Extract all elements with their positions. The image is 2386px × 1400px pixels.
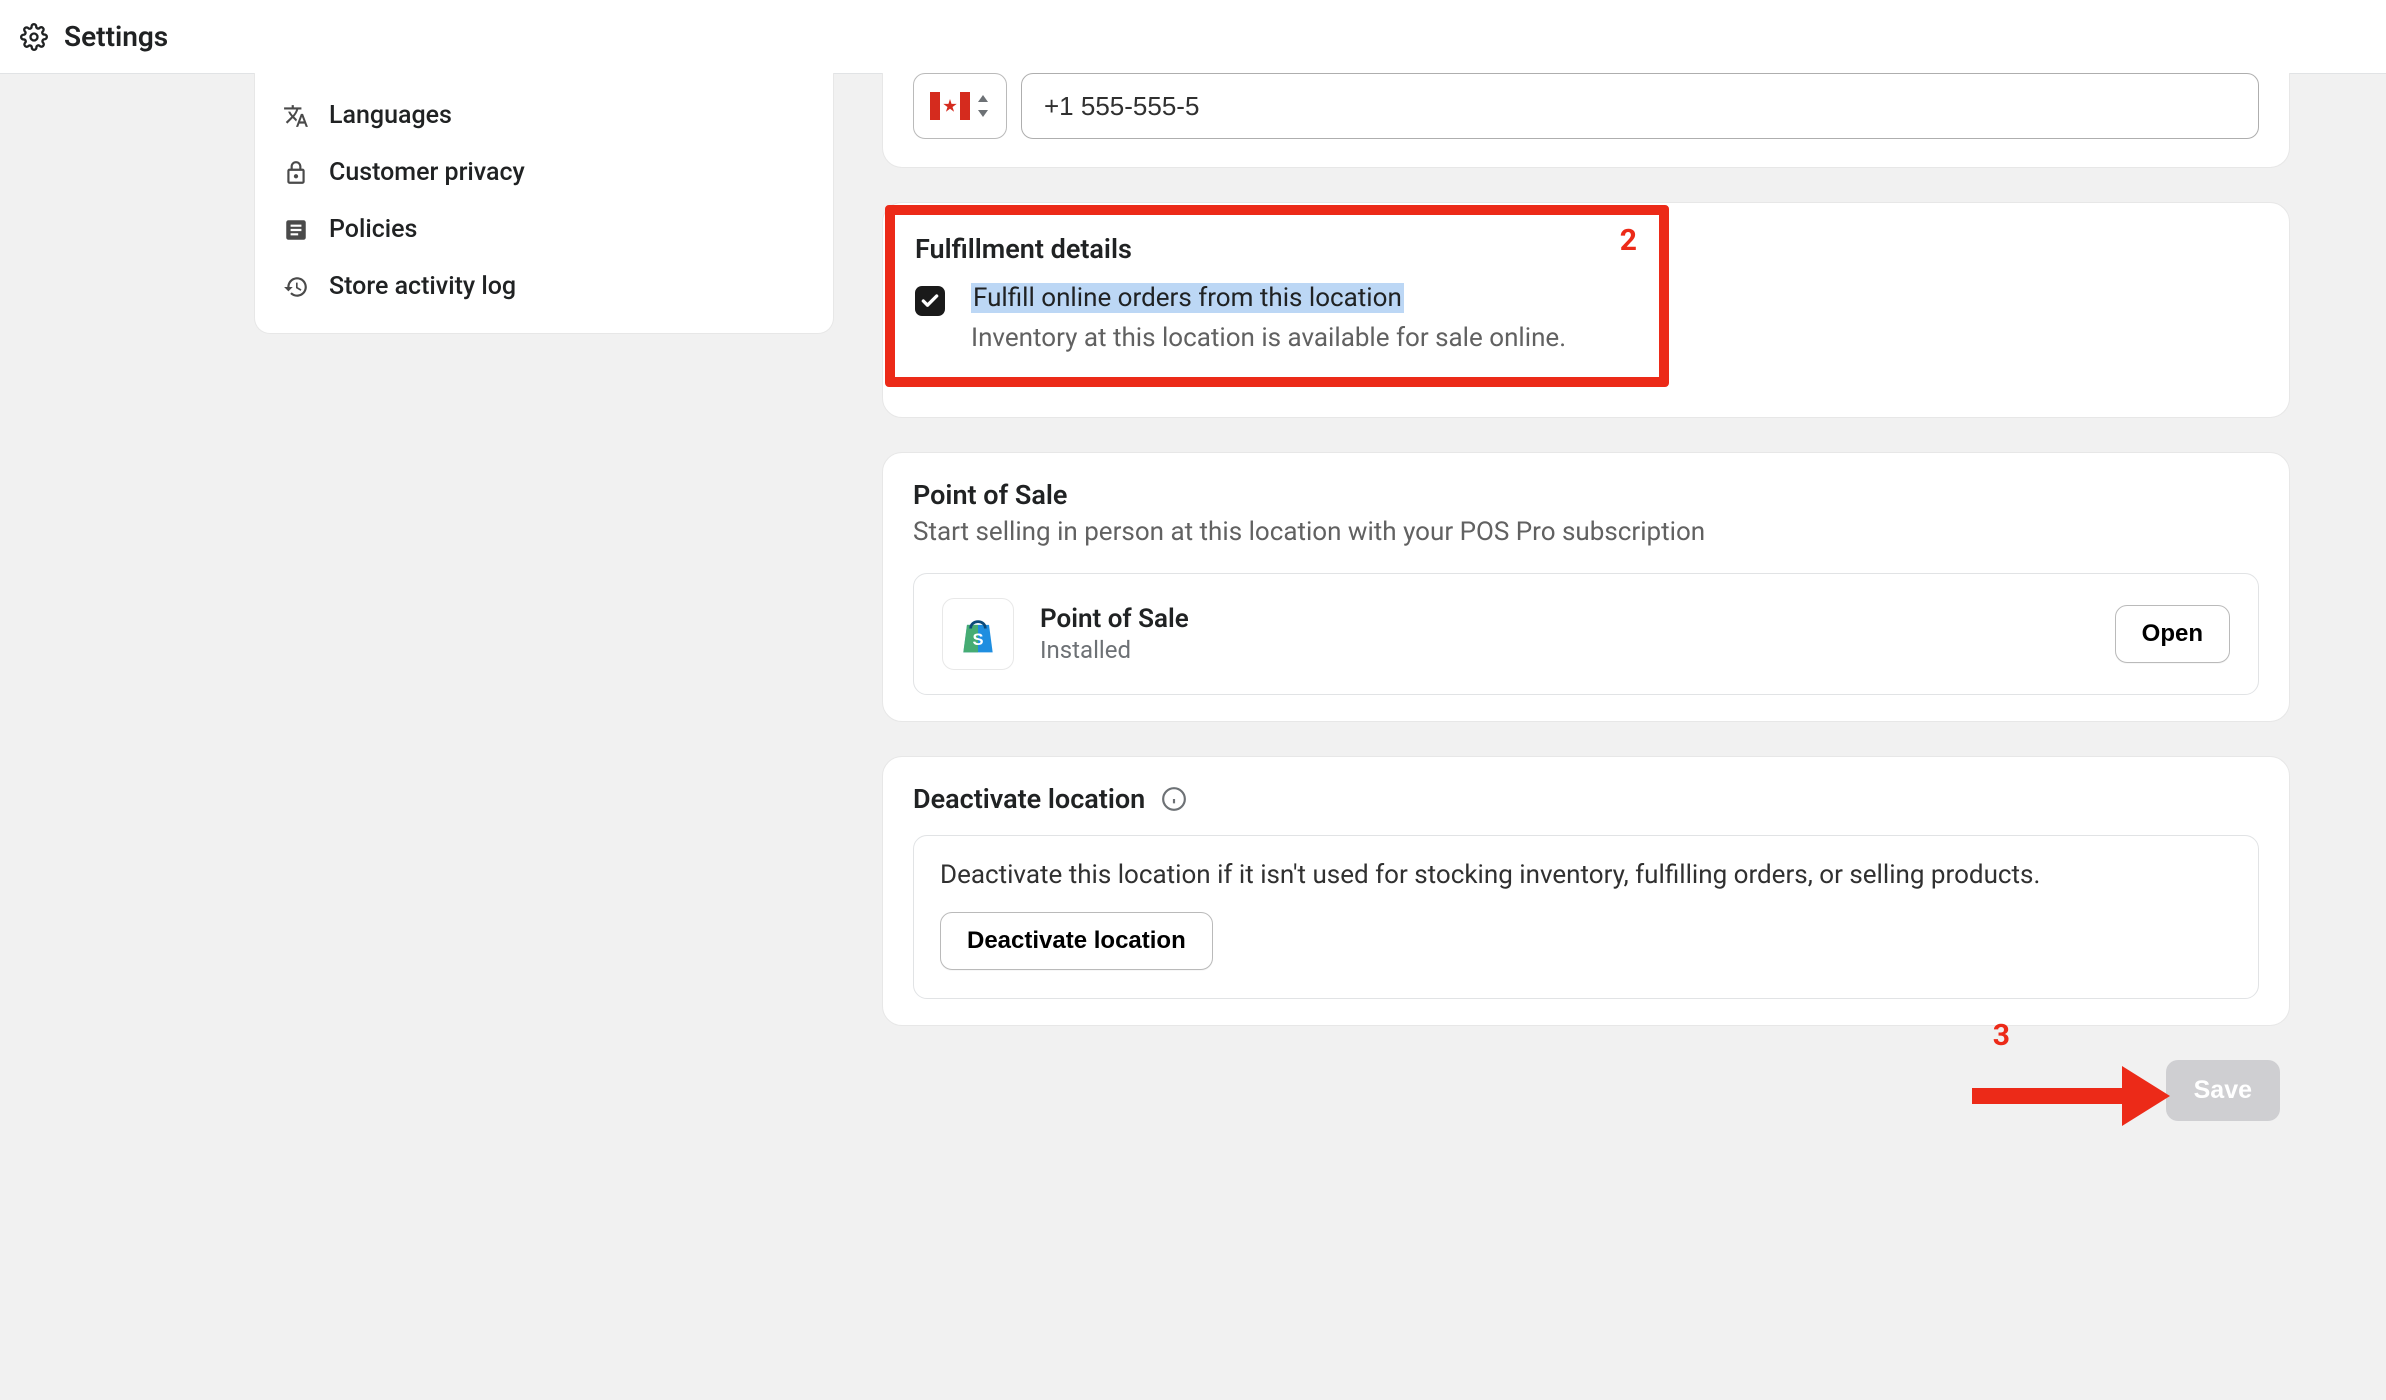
save-button[interactable]: Save — [2166, 1060, 2280, 1121]
sidebar-item-store-activity-log[interactable]: Store activity log — [273, 258, 815, 315]
pos-card: Point of Sale Start selling in person at… — [882, 452, 2290, 722]
sidebar-item-label: Customer privacy — [329, 158, 525, 187]
sidebar-item-label: Policies — [329, 215, 417, 244]
fulfill-online-label: Fulfill online orders from this location — [971, 283, 1404, 313]
sidebar-item-customer-privacy[interactable]: Customer privacy — [273, 144, 815, 201]
annotation-highlight-2: 2 Fulfillment details Fulfill online ord… — [885, 205, 1669, 387]
gear-icon — [20, 23, 48, 51]
pos-app-icon-tile: S — [942, 598, 1014, 670]
canada-flag-icon — [930, 92, 970, 120]
annotation-number-3: 3 — [1993, 1018, 2010, 1053]
open-pos-button[interactable]: Open — [2115, 605, 2230, 663]
fulfillment-heading: Fulfillment details — [915, 233, 1639, 265]
pos-app-status: Installed — [1040, 636, 2089, 664]
sidebar-item-label: Store activity log — [329, 272, 516, 301]
deactivate-card: Deactivate location Deactivate this loca… — [882, 756, 2290, 1026]
country-code-select[interactable] — [913, 73, 1007, 139]
pos-app-name: Point of Sale — [1040, 604, 2089, 634]
annotation-arrow — [1972, 1066, 2170, 1126]
main-content: 2 Fulfillment details Fulfill online ord… — [882, 74, 2290, 1121]
policies-icon — [283, 217, 309, 243]
sidebar-item-label: Languages — [329, 101, 452, 130]
svg-text:S: S — [972, 631, 983, 649]
sidebar-item-languages[interactable]: Languages — [273, 87, 815, 144]
page-title: Settings — [64, 20, 168, 53]
settings-header: Settings — [0, 0, 2386, 74]
phone-card — [882, 73, 2290, 168]
fulfill-online-sublabel: Inventory at this location is available … — [971, 323, 1566, 353]
activity-log-icon — [283, 274, 309, 300]
sidebar-item-policies[interactable]: Policies — [273, 201, 815, 258]
chevron-updown-icon — [976, 95, 990, 117]
check-icon — [920, 291, 940, 311]
settings-sidebar: Languages Customer privacy Policies Stor… — [254, 73, 834, 334]
shopping-bag-icon: S — [956, 611, 1000, 657]
info-icon[interactable] — [1161, 786, 1187, 812]
deactivate-inner: Deactivate this location if it isn't use… — [913, 835, 2259, 999]
phone-input[interactable] — [1021, 73, 2259, 139]
deactivate-heading: Deactivate location — [913, 783, 1145, 815]
fulfill-online-checkbox[interactable] — [915, 286, 945, 316]
languages-icon — [283, 103, 309, 129]
deactivate-location-button[interactable]: Deactivate location — [940, 912, 1213, 970]
pos-heading: Point of Sale — [913, 479, 2259, 511]
fulfillment-card: 2 Fulfillment details Fulfill online ord… — [882, 202, 2290, 418]
deactivate-description: Deactivate this location if it isn't use… — [940, 860, 2232, 890]
annotation-number-2: 2 — [1620, 223, 1637, 258]
lock-icon — [283, 160, 309, 186]
pos-app-row: S Point of Sale Installed Open — [913, 573, 2259, 695]
pos-description: Start selling in person at this location… — [913, 517, 2259, 547]
save-row: 3 Save — [882, 1060, 2290, 1121]
